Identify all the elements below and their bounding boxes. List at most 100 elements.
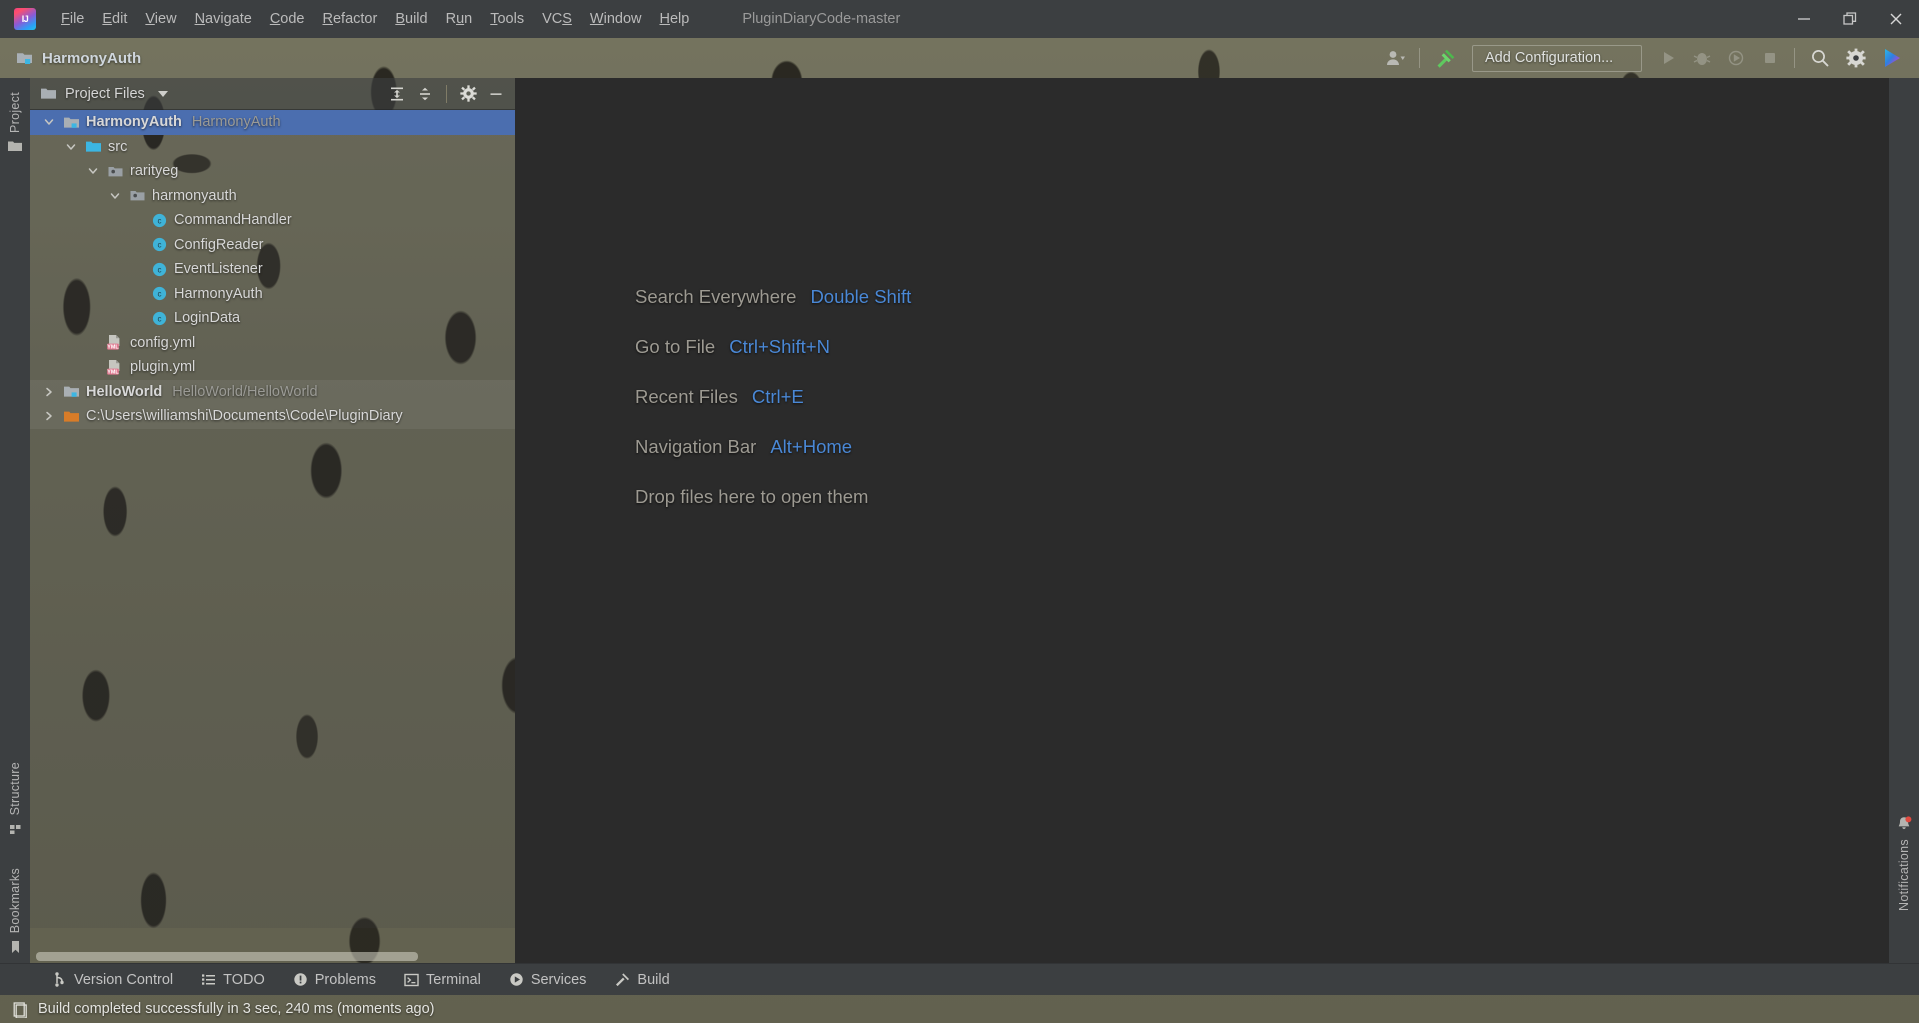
main-menu-bar: File Edit View Navigate Code Refactor Build Run… <box>52 6 698 32</box>
editor-empty-state: Search Everywhere Double Shift Go to File C… <box>515 78 1889 963</box>
tree-node-harmonyauth[interactable]: harmonyauth <box>30 184 515 209</box>
menu-item-edit[interactable]: Edit <box>93 6 136 32</box>
project-folder-icon <box>7 139 23 153</box>
expand-all-icon[interactable] <box>384 81 410 107</box>
collapse-all-icon[interactable] <box>412 81 438 107</box>
stop-square-icon[interactable] <box>1754 43 1786 73</box>
run-play-icon[interactable] <box>1652 43 1684 73</box>
project-tool-window-actions <box>384 81 509 107</box>
minimize-window-button[interactable] <box>1781 0 1827 38</box>
drop-files-hint: Drop files here to open them <box>635 486 869 507</box>
chevron-down-icon[interactable] <box>38 116 60 128</box>
gear-icon[interactable] <box>455 81 481 107</box>
chevron-down-icon[interactable] <box>157 89 169 98</box>
menu-item-view[interactable]: View <box>136 6 185 32</box>
tree-node-label: EventListener <box>174 261 263 278</box>
tree-node-label: LoginData <box>174 310 241 327</box>
sidebar-item-notifications[interactable]: Notifications <box>1895 815 1913 917</box>
project-tool-window-header: Project Files <box>30 78 515 110</box>
bottom-tab-problems[interactable]: Problems <box>279 964 390 996</box>
menu-item-navigate[interactable]: Navigate <box>186 6 261 32</box>
shortcut-hint-label: Go to File <box>635 336 716 357</box>
bottom-tab-terminal[interactable]: Terminal <box>390 964 495 996</box>
java-class-icon: c <box>148 310 170 327</box>
close-window-button[interactable] <box>1873 0 1919 38</box>
menu-mnemonic: W <box>589 11 604 27</box>
bottom-tab-todo[interactable]: TODO <box>187 964 279 996</box>
status-bar-message: Build completed successfully in 3 sec, 2… <box>38 1001 435 1017</box>
bottom-tab-version-control[interactable]: Version Control <box>38 964 187 996</box>
sidebar-item-structure-label: Structure <box>8 762 22 816</box>
sidebar-item-bookmarks[interactable]: Bookmarks <box>8 862 23 955</box>
structure-grid-icon <box>8 822 23 836</box>
bottom-tool-window-bar: Version Control TODO Problems Terminal Servi… <box>0 963 1919 995</box>
menu-item-window[interactable]: Window <box>581 6 651 32</box>
tree-node-logindata[interactable]: c LoginData <box>30 306 515 331</box>
menu-item-run[interactable]: Run <box>437 6 482 32</box>
tree-node-label: harmonyauth <box>152 187 237 204</box>
tree-node-helloworld[interactable]: HelloWorld HelloWorld/HelloWorld <box>30 379 515 404</box>
tree-node-c-users-williamshi-documents-code-plugindiary[interactable]: C:\Users\williamshi\Documents\Code\Plugi… <box>30 404 515 429</box>
chevron-down-icon[interactable] <box>82 165 104 177</box>
shortcut-hint-label: Navigation Bar <box>635 436 757 457</box>
scrollbar-thumb[interactable] <box>36 952 418 961</box>
menu-mnemonic: B <box>395 11 405 27</box>
chevron-down-icon[interactable] <box>60 141 82 153</box>
menu-item-help[interactable]: Help <box>650 6 698 32</box>
module-folder-icon <box>60 384 82 399</box>
svg-text:c: c <box>157 265 161 274</box>
bottom-tab-services[interactable]: Services <box>495 964 601 996</box>
project-tool-window-title: Project Files <box>65 85 145 102</box>
toolbar-separator <box>1419 48 1420 68</box>
menu-item-tools[interactable]: Tools <box>481 6 533 32</box>
ide-update-icon[interactable] <box>1875 43 1909 73</box>
restore-window-button[interactable] <box>1827 0 1873 38</box>
search-icon[interactable] <box>1803 43 1837 73</box>
build-status-icon <box>12 1001 28 1018</box>
chevron-down-icon[interactable] <box>104 190 126 202</box>
menu-item-file[interactable]: File <box>52 6 93 32</box>
svg-text:c: c <box>157 216 161 225</box>
add-configuration-dropdown[interactable]: Add Configuration... <box>1472 44 1642 72</box>
java-class-icon: c <box>148 261 170 278</box>
services-play-icon <box>509 972 524 987</box>
left-tool-strip: Project Structure Bookmarks <box>0 78 30 963</box>
tree-node-config-yml[interactable]: YML config.yml <box>30 331 515 356</box>
breadcrumb[interactable]: HarmonyAuth <box>16 50 141 67</box>
project-tree[interactable]: HarmonyAuth HarmonyAuth src rarityeg harmony… <box>30 110 515 928</box>
tree-node-eventlistener[interactable]: c EventListener <box>30 257 515 282</box>
tree-node-configreader[interactable]: c ConfigReader <box>30 233 515 258</box>
yml-file-icon: YML <box>104 334 126 351</box>
tree-node-harmonyauth[interactable]: HarmonyAuth HarmonyAuth <box>30 110 515 135</box>
sidebar-item-project[interactable]: Project <box>7 86 23 153</box>
sidebar-item-structure[interactable]: Structure <box>8 756 23 835</box>
menu-mnemonic: R <box>322 11 333 27</box>
tree-node-commandhandler[interactable]: c CommandHandler <box>30 208 515 233</box>
menu-item-build[interactable]: Build <box>386 6 436 32</box>
svg-text:YML: YML <box>107 369 119 375</box>
chevron-right-icon[interactable] <box>38 386 60 398</box>
project-tree-horizontal-scrollbar[interactable] <box>30 951 515 963</box>
sidebar-item-project-label: Project <box>8 92 22 134</box>
debug-bug-icon[interactable] <box>1686 43 1718 73</box>
bell-icon <box>1895 815 1913 833</box>
run-coverage-icon[interactable] <box>1720 43 1752 73</box>
user-account-icon[interactable] <box>1379 43 1411 73</box>
menu-item-refactor[interactable]: Refactor <box>314 6 387 32</box>
gear-icon[interactable] <box>1839 43 1873 73</box>
hide-tool-window-button[interactable] <box>483 81 509 107</box>
menu-item-code[interactable]: Code <box>261 6 314 32</box>
right-tool-strip: Notifications <box>1889 78 1919 963</box>
tree-node-plugin-yml[interactable]: YML plugin.yml <box>30 355 515 380</box>
shortcut-hint-key: Alt+Home <box>770 436 853 457</box>
bottom-tab-build[interactable]: Build <box>600 964 683 996</box>
build-hammer-icon[interactable] <box>1428 43 1462 73</box>
chevron-right-icon[interactable] <box>38 410 60 422</box>
tree-node-rarityeg[interactable]: rarityeg <box>30 159 515 184</box>
svg-text:c: c <box>157 241 161 250</box>
bottom-tab-label: Build <box>637 971 670 988</box>
tree-node-src[interactable]: src <box>30 135 515 160</box>
menu-item-vcs[interactable]: VCS <box>533 6 581 32</box>
tree-node-harmonyauth[interactable]: c HarmonyAuth <box>30 282 515 307</box>
project-actions-separator <box>446 84 447 103</box>
